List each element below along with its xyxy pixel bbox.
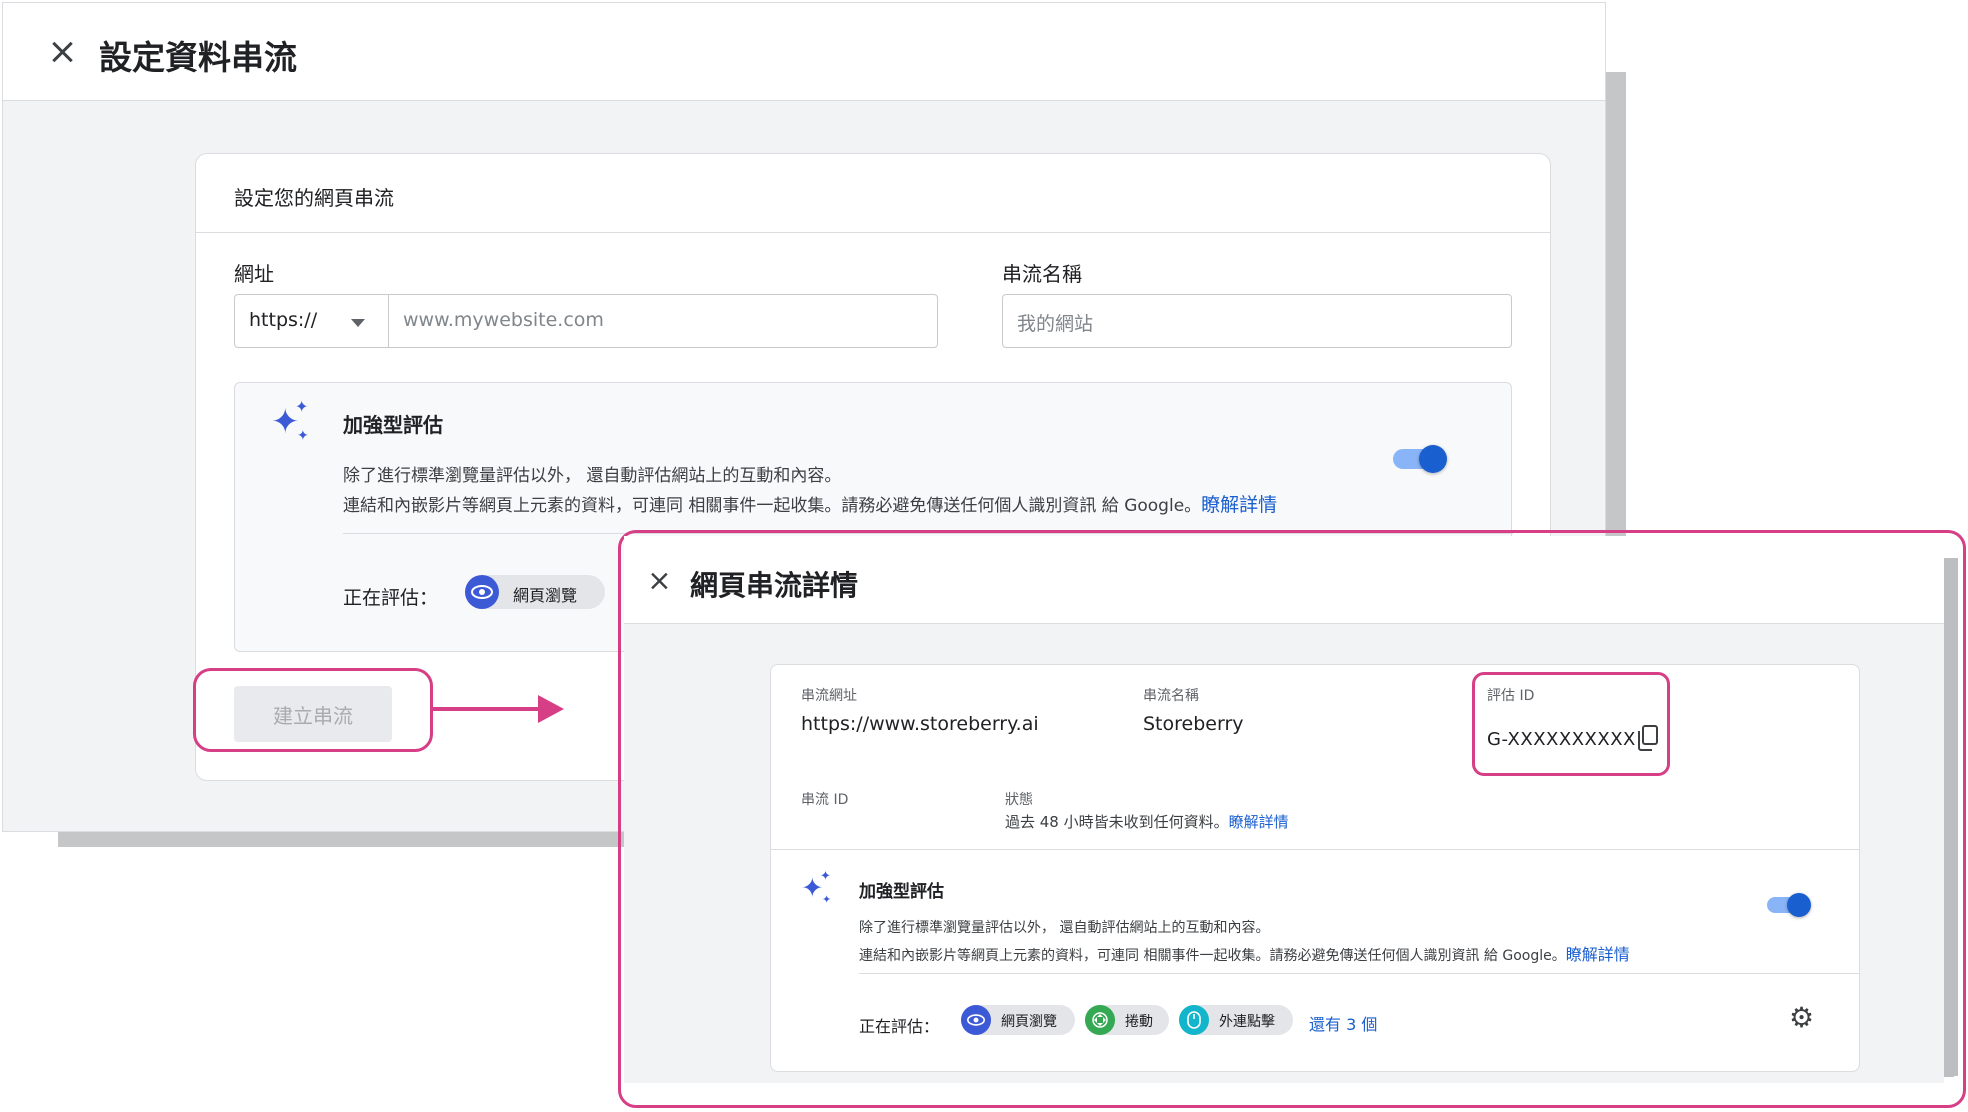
enhanced-desc-line2: 連結和內嵌影片等網頁上元素的資料，可連同 相關事件一起收集。請務必避免傳送任何個… [859,945,1630,964]
panel-header: 設定資料串流 [3,3,1605,101]
web-stream-details-panel: 網頁串流詳情 串流網址 https://www.storeberry.ai 串流… [624,536,1944,1083]
learn-more-link[interactable]: 瞭解詳情 [1566,945,1630,964]
stream-name-placeholder: 我的網站 [1017,313,1094,335]
divider [771,849,1859,850]
gear-icon[interactable]: ⚙ [1789,1001,1814,1034]
enhanced-toggle[interactable] [1393,443,1453,475]
stream-id-label: 串流 ID [801,792,849,808]
close-icon[interactable] [647,569,671,593]
panel-header: 網頁串流詳情 [624,536,1944,624]
sparkle-icon-small: ✦ [295,397,309,416]
stream-name-value: Storeberry [1143,713,1244,735]
stream-url-value: https://www.storeberry.ai [801,713,1039,735]
chip-scroll: 捲動 [1085,1005,1169,1035]
url-label: 網址 [234,262,274,286]
stream-name-label: 串流名稱 [1143,688,1199,704]
enhanced-title: 加強型評估 [859,882,944,902]
sparkle-icon-small: ✦ [822,893,832,906]
enhanced-desc-line1: 除了進行標準瀏覽量評估以外， 還自動評估網站上的互動和內容。 [343,466,842,486]
mouse-icon [1179,1005,1209,1035]
stream-url-label: 串流網址 [801,688,857,704]
more-events-link[interactable]: 還有 3 個 [1309,1011,1377,1035]
highlight-measurement-id [1472,672,1670,776]
enhanced-toggle[interactable] [1767,891,1815,919]
divider [859,973,1859,974]
chip-label: 網頁瀏覽 [513,586,578,605]
enhanced-desc-line1: 除了進行標準瀏覽量評估以外， 還自動評估網站上的互動和內容。 [859,920,1270,936]
status-text: 過去 48 小時皆未收到任何資料。瞭解詳情 [1005,813,1289,831]
url-input[interactable]: www.mywebsite.com [388,294,938,348]
card-heading: 設定您的網頁串流 [234,186,394,210]
measuring-label: 正在評估： [343,587,439,609]
panel-title: 設定資料串流 [99,38,297,77]
enhanced-title: 加強型評估 [343,413,443,437]
close-icon[interactable] [47,37,77,67]
enhanced-desc-line2: 連結和內嵌影片等網頁上元素的資料，可連同 相關事件一起收集。請務必避免傳送任何個… [343,494,1278,516]
chip-label: 網頁瀏覽 [1001,1014,1057,1030]
arrow-right-icon [538,695,564,723]
chip-page-views: 網頁瀏覽 [961,1005,1075,1035]
panel-title: 網頁串流詳情 [690,569,859,602]
status-label: 狀態 [1005,792,1033,808]
url-placeholder: www.mywebsite.com [403,309,604,331]
learn-more-link[interactable]: 瞭解詳情 [1229,813,1289,831]
arrow-line [432,707,542,711]
chevron-down-icon [351,319,365,327]
stream-name-input[interactable]: 我的網站 [1002,294,1512,348]
chip-page-views: 網頁瀏覽 [465,575,605,609]
sparkle-icon-small: ✦ [297,428,309,444]
divider [196,232,1550,233]
chip-outbound-clicks: 外連點擊 [1179,1005,1293,1035]
chip-label: 捲動 [1125,1014,1153,1030]
protocol-value: https:// [249,309,318,331]
highlight-create-button [193,668,433,752]
scroll-icon [1085,1005,1115,1035]
chip-label: 外連點擊 [1219,1014,1275,1030]
eye-icon [465,575,499,609]
sparkle-icon-small: ✦ [820,869,831,884]
protocol-select[interactable]: https:// [234,294,390,348]
eye-icon [961,1005,991,1035]
measuring-label: 正在評估： [859,1017,940,1036]
stream-name-label: 串流名稱 [1002,262,1082,286]
stream-details-card: 串流網址 https://www.storeberry.ai 串流名稱 Stor… [770,664,1860,1072]
learn-more-link[interactable]: 瞭解詳情 [1201,494,1277,516]
